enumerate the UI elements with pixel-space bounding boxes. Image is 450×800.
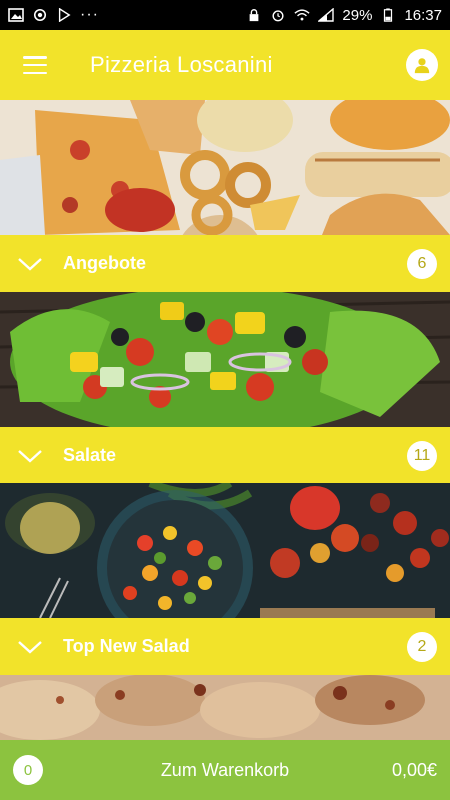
- lock-icon: [250, 9, 259, 22]
- gallery-icon: [8, 8, 24, 22]
- wifi-icon: [294, 9, 311, 21]
- fast-food-photo: [0, 100, 450, 235]
- category-count-badge: 6: [407, 248, 437, 279]
- chevron-down-icon: [0, 235, 60, 292]
- status-right: 29% 16:37: [246, 7, 442, 24]
- category-count-badge: 11: [407, 440, 437, 471]
- category-image-angebote[interactable]: [0, 100, 450, 235]
- battery-level: 29%: [342, 6, 373, 24]
- battery-icon: [384, 8, 393, 22]
- category-bar-top-new-salad[interactable]: Top New Salad 2: [0, 618, 450, 675]
- alarm-icon: [272, 10, 284, 22]
- menu-icon: [23, 56, 47, 74]
- category-count-badge: 2: [407, 631, 437, 662]
- more-notifications: ···: [80, 6, 99, 23]
- user-icon: [414, 58, 430, 74]
- category-bar-salate[interactable]: Salate 11: [0, 427, 450, 484]
- chicken-photo: [0, 675, 450, 740]
- category-image-next[interactable]: [0, 675, 450, 740]
- app-bar: Pizzeria Loscanini: [0, 30, 450, 100]
- chevron-down-icon: [0, 427, 60, 484]
- app-title: Pizzeria Loscanini: [90, 52, 273, 77]
- play-store-icon: [58, 8, 71, 22]
- category-label: Angebote: [63, 253, 146, 273]
- category-label: Salate: [63, 445, 117, 465]
- cart-total: 0,00€: [391, 759, 437, 780]
- cart-button[interactable]: 0 Zum Warenkorb 0,00€: [0, 740, 450, 800]
- category-bar-angebote[interactable]: Angebote 6: [0, 235, 450, 292]
- account-button[interactable]: [406, 49, 438, 81]
- salad-photo: [0, 292, 450, 427]
- category-label: Top New Salad: [63, 636, 190, 656]
- status-left: ···: [8, 6, 99, 24]
- chevron-down-icon: [0, 618, 60, 675]
- tomato-salad-photo: [0, 483, 450, 618]
- status-bar: ··· 29% 16:37: [0, 0, 450, 30]
- signal-icon: [318, 8, 335, 22]
- clock: 16:37: [404, 6, 442, 24]
- menu-button[interactable]: [0, 30, 70, 100]
- cart-label: Zum Warenkorb: [160, 759, 290, 780]
- category-image-top-new-salad[interactable]: [0, 483, 450, 618]
- sync-icon: [33, 8, 47, 22]
- category-image-salate[interactable]: [0, 292, 450, 427]
